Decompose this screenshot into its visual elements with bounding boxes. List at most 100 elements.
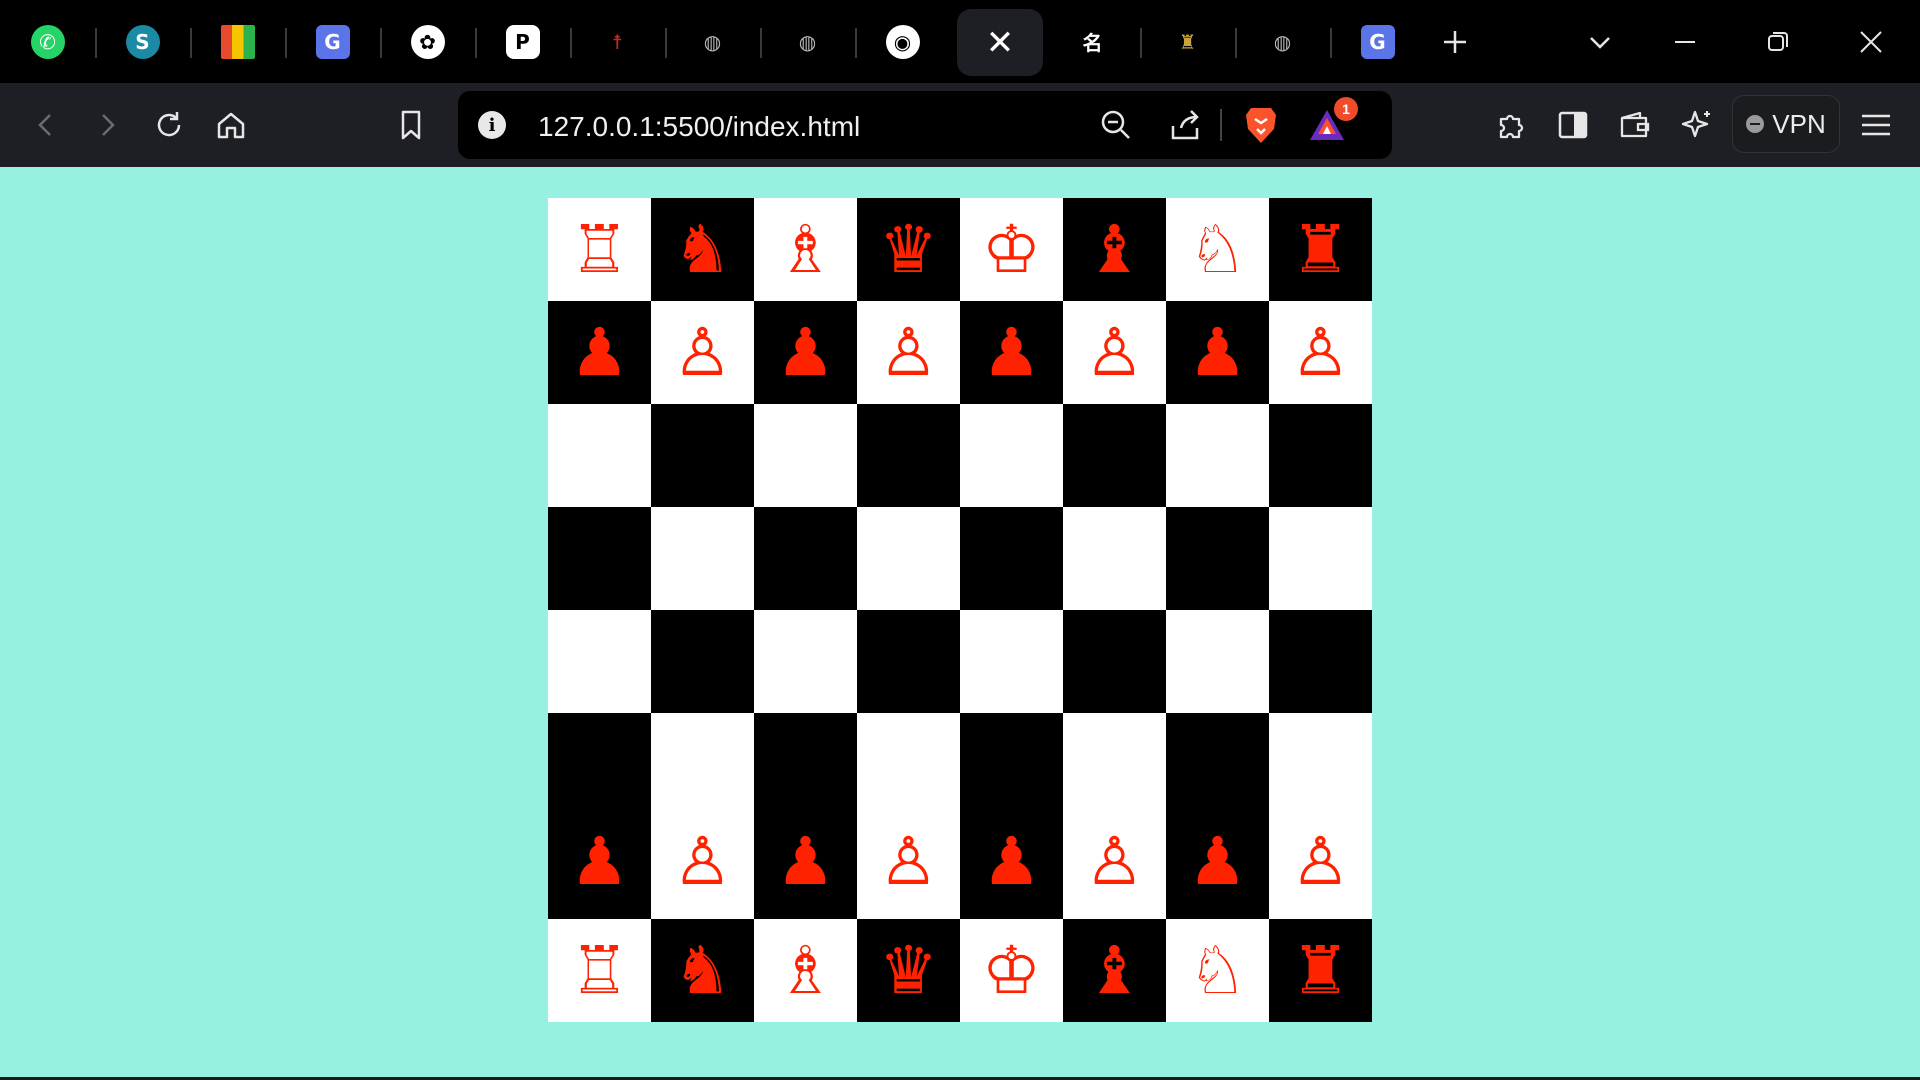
chess-piece[interactable]: ♙ (1291, 829, 1350, 895)
extensions-button[interactable] (1483, 97, 1539, 153)
board-square[interactable]: ♙ (651, 301, 754, 404)
chess-piece[interactable]: ♝ (1085, 216, 1144, 283)
chess-piece[interactable]: ♛ (879, 937, 938, 1004)
brave-shields-button[interactable] (1239, 103, 1283, 147)
url-text[interactable]: 127.0.0.1:5500/index.html (538, 111, 860, 143)
board-square[interactable]: ♜ (1269, 198, 1372, 301)
board-square[interactable]: ♙ (1269, 301, 1372, 404)
bookmark-button[interactable] (383, 97, 439, 153)
board-square[interactable]: ♘ (1166, 919, 1269, 1022)
board-square[interactable] (1063, 610, 1166, 713)
board-square[interactable]: ♟ (548, 301, 651, 404)
chess-piece[interactable]: ♔ (982, 216, 1041, 283)
board-square[interactable]: ♙ (1269, 816, 1372, 919)
tab[interactable]: ◍ (1235, 0, 1330, 83)
chess-piece[interactable]: ♟ (1188, 829, 1247, 895)
board-square[interactable]: ♘ (1166, 198, 1269, 301)
chess-piece[interactable]: ♔ (982, 937, 1041, 1004)
board-square[interactable] (1063, 507, 1166, 610)
board-square[interactable]: ♛ (857, 919, 960, 1022)
tab[interactable]: P (475, 0, 570, 83)
tab[interactable]: ◉ (855, 0, 950, 83)
board-square[interactable] (857, 507, 960, 610)
chess-piece[interactable]: ♙ (1291, 319, 1350, 386)
board-square[interactable] (754, 507, 857, 610)
chess-piece[interactable]: ♙ (1085, 319, 1144, 386)
chess-piece[interactable]: ♘ (1188, 937, 1247, 1004)
board-square[interactable]: ♙ (1063, 816, 1166, 919)
board-square[interactable] (754, 610, 857, 713)
board-square[interactable]: ♝ (1063, 919, 1166, 1022)
chess-piece[interactable]: ♖ (570, 216, 629, 283)
chess-piece[interactable]: ♟ (570, 829, 629, 895)
board-square[interactable]: ♟ (1166, 816, 1269, 919)
board-square[interactable] (857, 713, 960, 816)
board-square[interactable]: ♟ (960, 816, 1063, 919)
chess-piece[interactable]: ♜ (1291, 937, 1350, 1004)
address-bar[interactable]: i 127.0.0.1:5500/index.html 1 (458, 91, 1392, 159)
board-square[interactable]: ♙ (857, 301, 960, 404)
board-square[interactable]: ♞ (651, 919, 754, 1022)
tab[interactable]: ◍ (665, 0, 760, 83)
tab[interactable]: G (1330, 0, 1425, 83)
board-square[interactable] (548, 610, 651, 713)
wallet-button[interactable] (1607, 97, 1663, 153)
menu-button[interactable] (1848, 97, 1904, 153)
board-square[interactable] (960, 404, 1063, 507)
close-tab-icon[interactable]: ✕ (986, 26, 1015, 60)
board-square[interactable] (754, 713, 857, 816)
board-square[interactable]: ♔ (960, 919, 1063, 1022)
board-square[interactable] (1269, 404, 1372, 507)
leo-ai-button[interactable] (1669, 97, 1725, 153)
board-square[interactable] (1166, 507, 1269, 610)
board-square[interactable]: ♛ (857, 198, 960, 301)
board-square[interactable]: ♞ (651, 198, 754, 301)
board-square[interactable]: ♟ (548, 816, 651, 919)
board-square[interactable]: ♝ (1063, 198, 1166, 301)
sidebar-button[interactable] (1545, 97, 1601, 153)
board-square[interactable]: ♖ (548, 919, 651, 1022)
back-button[interactable] (18, 97, 74, 153)
chess-piece[interactable]: ♖ (570, 937, 629, 1004)
board-square[interactable]: ♙ (857, 816, 960, 919)
minimize-button[interactable] (1650, 0, 1720, 83)
close-window-button[interactable] (1836, 0, 1906, 83)
board-square[interactable] (651, 507, 754, 610)
tab[interactable]: ✿ (380, 0, 475, 83)
board-square[interactable] (754, 404, 857, 507)
chess-piece[interactable]: ♟ (982, 829, 1041, 895)
new-tab-button[interactable] (1420, 0, 1490, 83)
restore-button[interactable] (1743, 0, 1813, 83)
tab[interactable]: ☨ (570, 0, 665, 83)
tab[interactable]: 名 (1045, 0, 1140, 83)
tab[interactable]: S (95, 0, 190, 83)
chess-piece[interactable]: ♜ (1291, 216, 1350, 283)
board-square[interactable] (1166, 610, 1269, 713)
chess-piece[interactable]: ♞ (673, 216, 732, 283)
board-square[interactable]: ♟ (960, 301, 1063, 404)
board-square[interactable]: ♟ (1166, 301, 1269, 404)
chess-piece[interactable]: ♘ (1188, 216, 1247, 283)
board-square[interactable]: ♟ (754, 816, 857, 919)
board-square[interactable] (1166, 404, 1269, 507)
tab[interactable]: ✆ (0, 0, 95, 83)
board-square[interactable]: ♗ (754, 919, 857, 1022)
vpn-button[interactable]: VPN (1732, 95, 1840, 153)
chess-piece[interactable]: ♟ (570, 319, 629, 386)
board-square[interactable] (651, 404, 754, 507)
board-square[interactable] (548, 404, 651, 507)
board-square[interactable] (1063, 404, 1166, 507)
chess-piece[interactable]: ♗ (776, 937, 835, 1004)
chess-piece[interactable]: ♟ (776, 319, 835, 386)
board-square[interactable] (1269, 713, 1372, 816)
reload-button[interactable] (141, 97, 197, 153)
chess-piece[interactable]: ♙ (673, 319, 732, 386)
board-square[interactable] (857, 404, 960, 507)
board-square[interactable] (651, 713, 754, 816)
board-square[interactable]: ♔ (960, 198, 1063, 301)
board-square[interactable] (548, 507, 651, 610)
board-square[interactable]: ♜ (1269, 919, 1372, 1022)
board-square[interactable] (857, 610, 960, 713)
tab[interactable]: ◍ (760, 0, 855, 83)
board-square[interactable] (651, 610, 754, 713)
